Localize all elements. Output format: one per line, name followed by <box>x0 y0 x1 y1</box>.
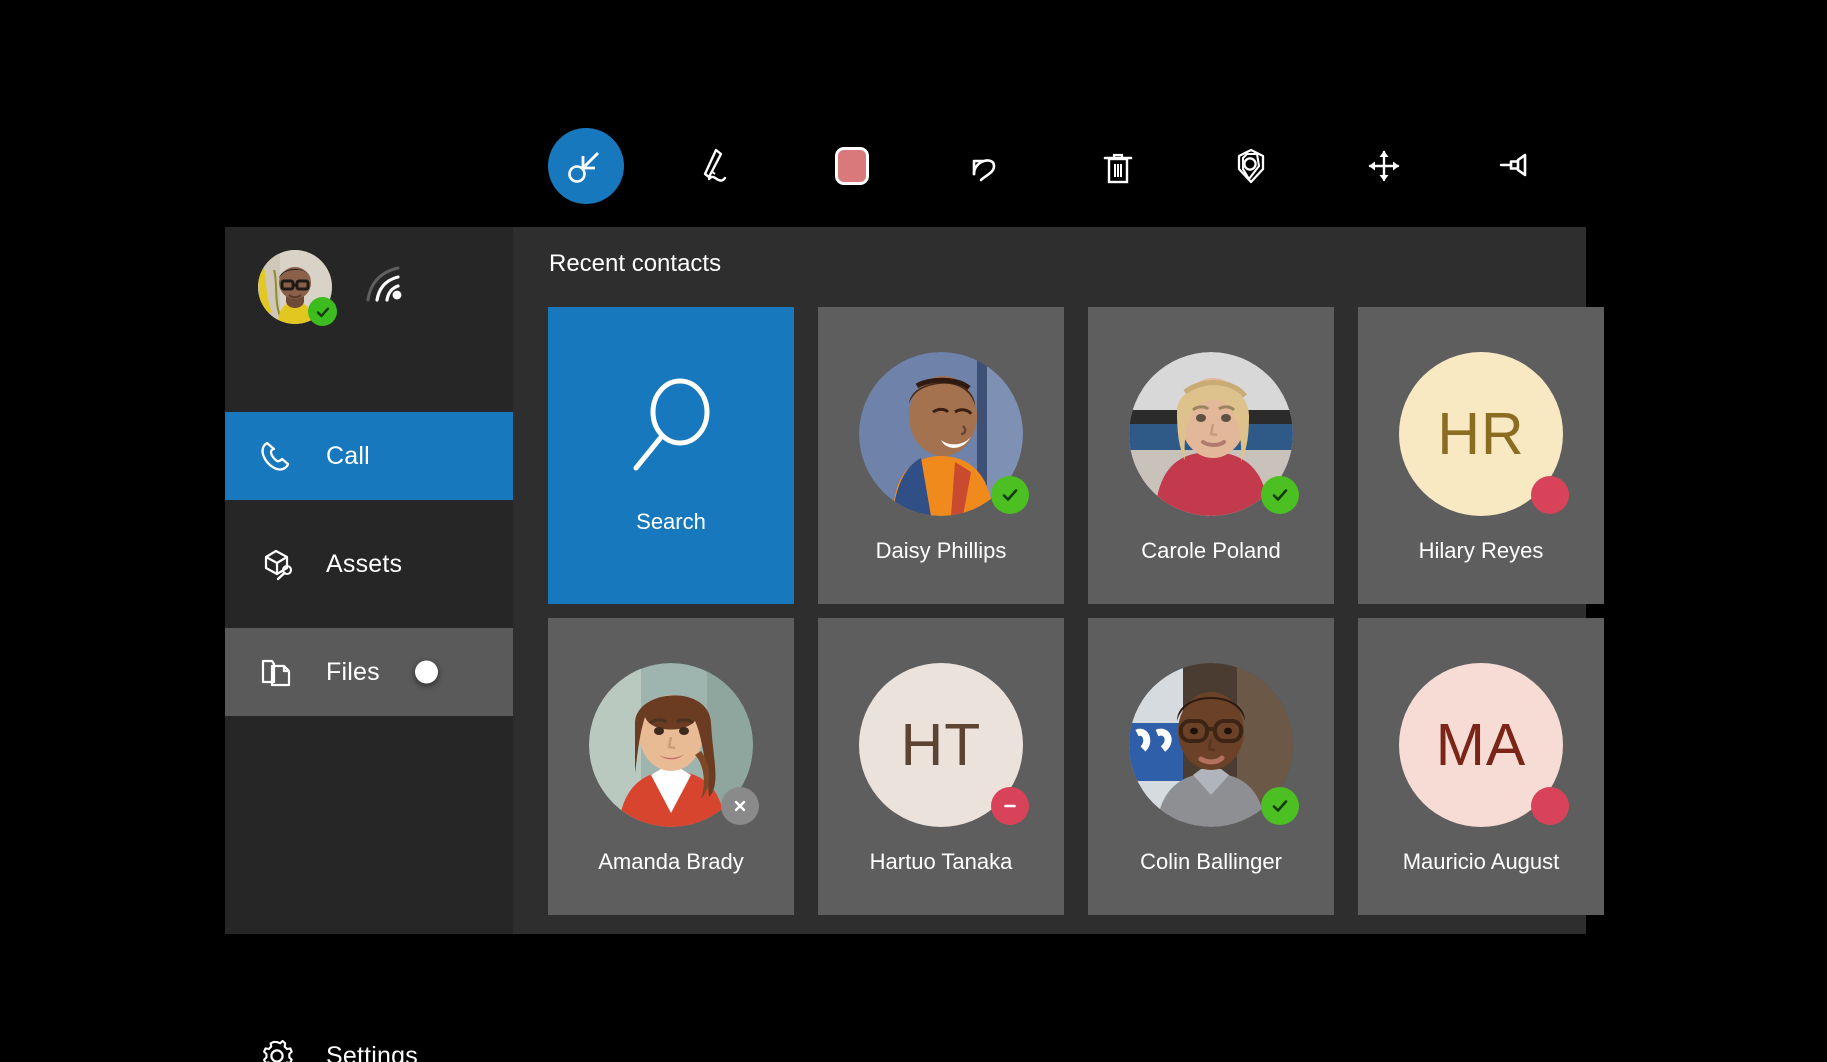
profile-row[interactable] <box>225 227 513 347</box>
move-tool-button[interactable] <box>1317 128 1450 203</box>
contact-tile[interactable]: MA Mauricio August <box>1358 618 1604 915</box>
contact-name: Mauricio August <box>1403 849 1560 875</box>
content-panel: Recent contacts Search <box>513 227 1586 934</box>
presence-badge-available <box>308 297 337 326</box>
contact-name: Colin Ballinger <box>1140 849 1282 875</box>
check-icon <box>1270 485 1290 505</box>
hologram-tool-button[interactable] <box>1184 128 1317 203</box>
pin-tool-button[interactable] <box>1450 128 1583 203</box>
status-badge <box>1531 787 1569 825</box>
contact-name: Hartuo Tanaka <box>870 849 1013 875</box>
search-tile[interactable]: Search <box>548 307 794 604</box>
contact-tile[interactable]: Carole Poland <box>1088 307 1334 604</box>
color-swatch-icon <box>835 147 869 185</box>
ink-tool-button[interactable] <box>652 128 785 203</box>
contact-avatar <box>1129 663 1293 827</box>
contact-avatar <box>589 663 753 827</box>
cursor-select-icon <box>562 142 610 190</box>
contact-name: Hilary Reyes <box>1419 538 1544 564</box>
sidebar-item-assets[interactable]: Assets <box>225 520 513 608</box>
app-root: Call Assets <box>0 0 1827 1062</box>
minus-icon <box>1000 796 1020 816</box>
avatar[interactable] <box>258 250 332 324</box>
color-swatch-button[interactable] <box>785 128 918 203</box>
sidebar-item-label: Settings <box>326 1042 418 1062</box>
nav-divider-2 <box>225 608 513 628</box>
undo-arrow-icon <box>961 142 1009 190</box>
status-badge <box>991 787 1029 825</box>
gaze-cursor <box>415 661 438 684</box>
magnifier-icon <box>623 376 719 485</box>
trash-icon <box>1094 142 1142 190</box>
folder-document-icon <box>258 654 304 690</box>
page-title: Recent contacts <box>549 250 721 278</box>
sidebar-item-label: Assets <box>326 550 402 579</box>
sidebar: Call Assets <box>225 227 513 934</box>
settings-wrapper: Settings <box>225 1012 513 1062</box>
gear-icon <box>258 1037 304 1062</box>
sidebar-item-label: Files <box>326 658 380 687</box>
delete-tool-button[interactable] <box>1051 128 1184 203</box>
contact-name: Amanda Brady <box>598 849 744 875</box>
contact-tile[interactable]: Amanda Brady <box>548 618 794 915</box>
phone-icon <box>258 438 304 474</box>
wifi-signal-icon <box>362 262 408 313</box>
status-badge <box>991 476 1029 514</box>
contact-tile[interactable]: HR Hilary Reyes <box>1358 307 1604 604</box>
sidebar-item-label: Call <box>326 442 370 471</box>
app-window: Call Assets <box>225 227 1586 934</box>
hologram-marker-icon <box>1226 141 1276 191</box>
status-badge <box>1261 787 1299 825</box>
pushpin-icon <box>1492 141 1542 191</box>
undo-tool-button[interactable] <box>918 128 1051 203</box>
contact-avatar: HR <box>1399 352 1563 516</box>
contact-avatar: HT <box>859 663 1023 827</box>
sidebar-item-files[interactable]: Files <box>225 628 513 716</box>
nav-divider-1 <box>225 500 513 520</box>
check-icon <box>315 304 331 320</box>
contact-tile[interactable]: Daisy Phillips <box>818 307 1064 604</box>
status-badge <box>721 787 759 825</box>
sidebar-nav: Call Assets <box>225 412 513 716</box>
search-label: Search <box>636 509 706 535</box>
status-badge <box>1531 476 1569 514</box>
sidebar-item-call[interactable]: Call <box>225 412 513 500</box>
contact-tile[interactable]: Colin Ballinger <box>1088 618 1334 915</box>
pen-ink-icon <box>694 141 744 191</box>
select-tool-button[interactable] <box>519 128 652 203</box>
tool-palette <box>519 128 1584 203</box>
contact-name: Daisy Phillips <box>876 538 1007 564</box>
status-badge <box>1261 476 1299 514</box>
move-arrows-icon <box>1360 142 1408 190</box>
contact-avatar <box>859 352 1023 516</box>
check-icon <box>1270 796 1290 816</box>
contact-avatar: MA <box>1399 663 1563 827</box>
close-icon <box>730 796 750 816</box>
check-icon <box>1000 485 1020 505</box>
contact-avatar <box>1129 352 1293 516</box>
contacts-grid: Search <box>548 307 1604 915</box>
contact-name: Carole Poland <box>1141 538 1280 564</box>
sidebar-item-settings[interactable]: Settings <box>225 1012 513 1062</box>
contact-tile[interactable]: HT Hartuo Tanaka <box>818 618 1064 915</box>
box-wrench-icon <box>258 545 304 583</box>
